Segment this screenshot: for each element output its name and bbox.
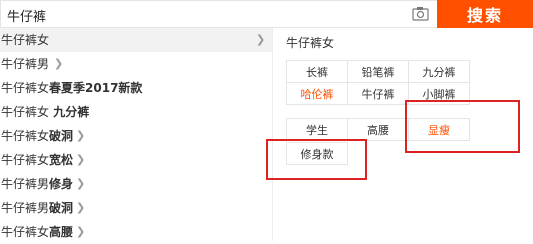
chevron-right-icon: ❯	[76, 153, 86, 166]
chevron-right-icon: ❯	[54, 57, 64, 70]
suggestion-item[interactable]: 牛仔裤女春夏季2017新款	[0, 76, 272, 100]
tag-button[interactable]: 长裤	[286, 60, 348, 83]
tag-button[interactable]: 学生	[286, 118, 348, 141]
suggestion-item[interactable]: 牛仔裤女破洞 ❯	[0, 124, 272, 148]
tag-button[interactable]: 牛仔裤	[347, 82, 409, 105]
tag-button[interactable]: 铅笔裤	[347, 60, 409, 83]
suggestion-bold: 破洞	[49, 129, 74, 143]
suggestion-item[interactable]: 牛仔裤女 ❯	[0, 28, 272, 52]
suggestion-text: 牛仔裤女	[1, 129, 50, 143]
chevron-right-icon: ❯	[76, 129, 86, 142]
suggestion-item[interactable]: 牛仔裤女 九分裤	[0, 100, 272, 124]
suggestion-text: 牛仔裤男	[1, 57, 50, 71]
suggestion-list: 牛仔裤女 ❯ 牛仔裤男 ❯ 牛仔裤女春夏季2017新款 牛仔裤女 九分裤 牛仔裤…	[0, 28, 273, 241]
search-input-value: 牛仔裤	[7, 10, 47, 25]
suggestion-text: 牛仔裤男	[1, 201, 50, 215]
search-bar: 牛仔裤 搜索	[0, 0, 533, 28]
suggestion-bold: 九分裤	[49, 105, 90, 119]
chevron-right-icon: ❯	[256, 33, 266, 46]
suggestion-text: 牛仔裤男	[1, 177, 50, 191]
suggestion-detail-panel: 牛仔裤女 长裤 铅笔裤 九分裤 哈伦裤 牛仔裤 小脚裤 学生 高腰 显瘦 修身款	[266, 28, 533, 241]
suggestion-bold: 宽松	[49, 153, 74, 167]
suggestion-text: 牛仔裤女	[1, 33, 50, 47]
suggestion-text: 牛仔裤女	[1, 153, 50, 167]
suggestion-bold: 破洞	[49, 201, 74, 215]
annotation-box	[405, 100, 520, 153]
chevron-right-icon: ❯	[76, 177, 86, 190]
suggestion-text: 牛仔裤女	[1, 105, 50, 119]
suggestion-text: 牛仔裤女	[1, 225, 50, 239]
suggestion-bold: 修身	[49, 177, 74, 191]
camera-icon[interactable]	[412, 6, 429, 21]
tag-button[interactable]: 高腰	[347, 118, 409, 141]
suggestion-bold: 春夏季2017新款	[49, 81, 143, 95]
search-button[interactable]: 搜索	[437, 0, 533, 28]
suggestion-item[interactable]: 牛仔裤男 ❯	[0, 52, 272, 76]
tag-button-highlighted[interactable]: 哈伦裤	[286, 82, 348, 105]
suggestion-item[interactable]: 牛仔裤女宽松 ❯	[0, 148, 272, 172]
suggestion-text: 牛仔裤女	[1, 81, 50, 95]
chevron-right-icon: ❯	[76, 225, 86, 238]
suggestion-item[interactable]: 牛仔裤女高腰 ❯	[0, 220, 272, 244]
suggestion-item[interactable]: 牛仔裤男修身 ❯	[0, 172, 272, 196]
panel-title: 牛仔裤女	[286, 36, 335, 50]
tag-button[interactable]: 九分裤	[408, 60, 470, 83]
search-input[interactable]: 牛仔裤	[0, 0, 437, 28]
suggestion-bold: 高腰	[49, 225, 74, 239]
chevron-right-icon: ❯	[76, 201, 86, 214]
suggestion-item[interactable]: 牛仔裤男破洞 ❯	[0, 196, 272, 220]
annotation-box	[266, 139, 367, 180]
